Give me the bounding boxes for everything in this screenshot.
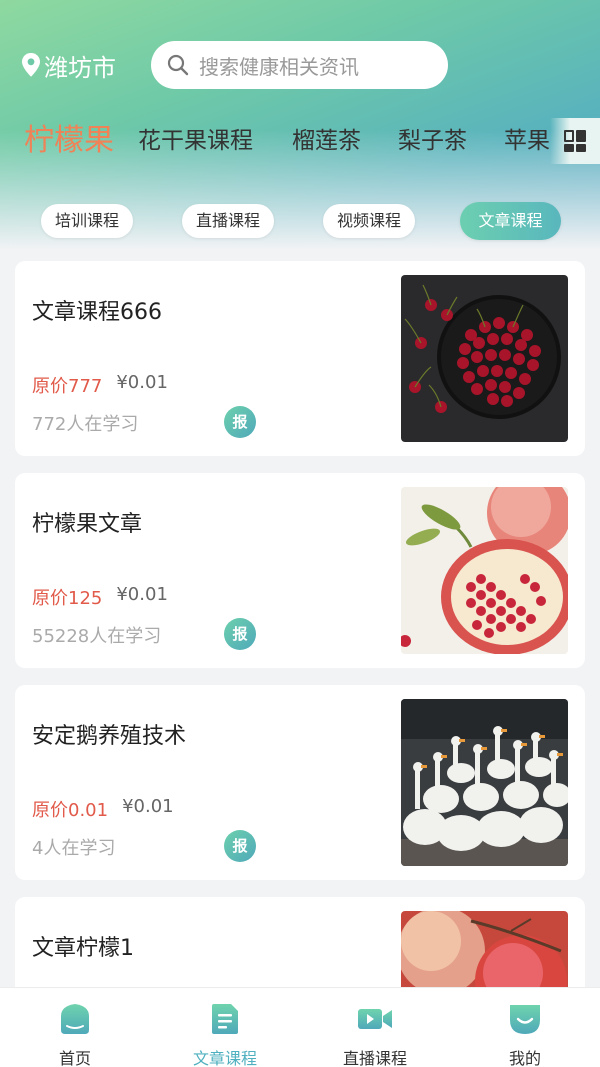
course-title: 安定鹅养殖技术	[32, 724, 187, 749]
course-title: 柠檬果文章	[32, 512, 143, 537]
geese-photo	[401, 699, 568, 866]
header: 潍坊市 搜索健康相关资讯	[0, 40, 600, 90]
article-icon	[212, 1004, 238, 1034]
filter-chip-training[interactable]: 培训课程	[41, 204, 133, 238]
original-price: 原价777	[32, 376, 103, 397]
category-tab[interactable]: 苹果	[504, 118, 550, 164]
price-row: 原价125 ¥0.01	[32, 584, 168, 610]
course-title: 文章课程666	[32, 300, 162, 325]
cherries-photo	[401, 275, 568, 442]
city-label: 潍坊市	[44, 53, 116, 82]
home-icon	[61, 1004, 89, 1034]
price-row: 原价0.01 ¥0.01	[32, 796, 174, 822]
learner-count: 4人在学习	[32, 838, 116, 859]
category-tab[interactable]: 花干果课程	[138, 118, 253, 164]
category-tab[interactable]: 榴莲茶	[292, 118, 361, 164]
current-price: ¥0.01	[122, 796, 174, 817]
tab-profile[interactable]: 我的	[450, 988, 600, 1067]
location-pin-icon	[22, 53, 40, 77]
tab-label: 直播课程	[342, 1049, 407, 1067]
tab-articles[interactable]: 文章课程	[150, 988, 300, 1067]
enroll-button[interactable]: 报	[224, 618, 256, 650]
course-title: 文章柠檬1	[32, 936, 134, 961]
current-price: ¥0.01	[116, 584, 168, 605]
search-placeholder: 搜索健康相关资讯	[199, 54, 359, 79]
pomegranate-photo	[401, 487, 568, 654]
course-type-filters: 培训课程 直播课程 视频课程 文章课程	[0, 202, 600, 240]
filter-chip-live[interactable]: 直播课程	[182, 204, 274, 238]
category-tab[interactable]: 梨子茶	[398, 118, 467, 164]
current-price: ¥0.01	[116, 372, 168, 393]
filter-chip-video[interactable]: 视频课程	[323, 204, 415, 238]
category-tabs: 柠檬果 花干果课程 榴莲茶 梨子茶 苹果	[0, 118, 550, 164]
search-input[interactable]: 搜索健康相关资讯	[151, 41, 448, 89]
all-categories-button[interactable]	[550, 118, 600, 164]
learner-count: 772人在学习	[32, 414, 139, 435]
enroll-button[interactable]: 报	[224, 830, 256, 862]
course-card[interactable]: 文章课程666 原价777 ¥0.01 772人在学习 报	[15, 261, 585, 456]
grid-icon	[564, 130, 586, 152]
video-camera-icon	[358, 1009, 392, 1029]
tab-label: 我的	[508, 1049, 541, 1067]
bottom-tab-bar: 首页 文章课程 直播课程 我的	[0, 987, 600, 1067]
course-card[interactable]: 安定鹅养殖技术 原价0.01 ¥0.01 4人在学习 报	[15, 685, 585, 880]
profile-icon	[510, 1005, 540, 1034]
enroll-button[interactable]: 报	[224, 406, 256, 438]
price-row: 原价777 ¥0.01	[32, 372, 168, 398]
tab-home[interactable]: 首页	[0, 988, 150, 1067]
search-icon	[167, 54, 189, 76]
tab-label: 文章课程	[192, 1049, 257, 1067]
tab-label: 首页	[58, 1049, 91, 1067]
city-selector[interactable]: 潍坊市	[20, 50, 116, 82]
category-tab-active[interactable]: 柠檬果	[24, 118, 114, 164]
original-price: 原价125	[32, 588, 103, 609]
learner-count: 55228人在学习	[32, 626, 162, 647]
original-price: 原价0.01	[32, 800, 109, 821]
tab-live[interactable]: 直播课程	[300, 988, 450, 1067]
course-card[interactable]: 柠檬果文章 原价125 ¥0.01 55228人在学习 报	[15, 473, 585, 668]
filter-chip-article[interactable]: 文章课程	[460, 202, 561, 240]
